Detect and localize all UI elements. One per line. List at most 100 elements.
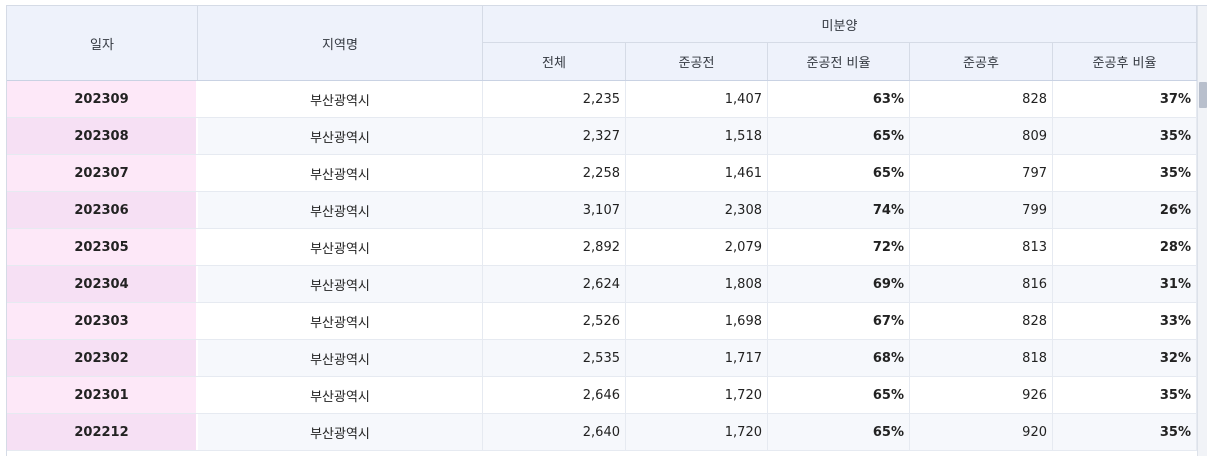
table-row[interactable]: 202305 부산광역시 2,892 2,079 72% 813 28%	[7, 229, 1197, 266]
cell-total[interactable]: 2,535	[483, 340, 626, 376]
cell-total[interactable]: 2,640	[483, 414, 626, 450]
header-after[interactable]: 준공후	[910, 43, 1053, 80]
cell-before[interactable]: 1,518	[626, 118, 768, 154]
cell-before[interactable]: 1,808	[626, 266, 768, 302]
cell-after-ratio[interactable]: 31%	[1053, 266, 1197, 302]
cell-before[interactable]: 2,308	[626, 192, 768, 228]
vertical-scrollbar[interactable]	[1197, 6, 1207, 456]
cell-before-ratio[interactable]: 65%	[768, 414, 910, 450]
cell-region[interactable]: 부산광역시	[198, 155, 483, 191]
table-row[interactable]: 202303 부산광역시 2,526 1,698 67% 828 33%	[7, 303, 1197, 340]
header-date[interactable]: 일자	[7, 6, 198, 80]
table-row[interactable]: 202309 부산광역시 2,235 1,407 63% 828 37%	[7, 81, 1197, 118]
cell-after[interactable]: 926	[910, 377, 1053, 413]
cell-before-ratio[interactable]: 72%	[768, 229, 910, 265]
cell-after[interactable]: 797	[910, 155, 1053, 191]
cell-after-ratio[interactable]: 35%	[1053, 118, 1197, 154]
grid-header: 일자 지역명 미분양 전체 준공전 준공전 비율 준공후 준공후 비율	[7, 6, 1197, 81]
table-row[interactable]: 202306 부산광역시 3,107 2,308 74% 799 26%	[7, 192, 1197, 229]
cell-region[interactable]: 부산광역시	[198, 81, 483, 117]
table-row[interactable]: 202302 부산광역시 2,535 1,717 68% 818 32%	[7, 340, 1197, 377]
cell-before-ratio[interactable]: 74%	[768, 192, 910, 228]
cell-total[interactable]: 2,327	[483, 118, 626, 154]
cell-after[interactable]: 816	[910, 266, 1053, 302]
cell-before-ratio[interactable]: 63%	[768, 81, 910, 117]
cell-date[interactable]: 202309	[7, 81, 198, 117]
header-total-label: 전체	[542, 56, 566, 71]
table-row[interactable]: 202304 부산광역시 2,624 1,808 69% 816 31%	[7, 266, 1197, 303]
cell-date[interactable]: 202308	[7, 118, 198, 154]
header-group-label: 미분양	[821, 18, 858, 34]
header-before-ratio-label: 준공전 비율	[806, 56, 871, 71]
cell-date[interactable]: 202305	[7, 229, 198, 265]
cell-total[interactable]: 3,107	[483, 192, 626, 228]
cell-region[interactable]: 부산광역시	[198, 377, 483, 413]
header-after-ratio[interactable]: 준공후 비율	[1053, 43, 1197, 80]
cell-before-ratio[interactable]: 65%	[768, 377, 910, 413]
cell-total[interactable]: 2,624	[483, 266, 626, 302]
header-before-ratio[interactable]: 준공전 비율	[768, 43, 910, 80]
cell-after-ratio[interactable]: 26%	[1053, 192, 1197, 228]
cell-after-ratio[interactable]: 35%	[1053, 414, 1197, 450]
cell-before-ratio[interactable]: 68%	[768, 340, 910, 376]
header-total[interactable]: 전체	[483, 43, 626, 80]
cell-before[interactable]: 1,461	[626, 155, 768, 191]
table-row[interactable]: 202212 부산광역시 2,640 1,720 65% 920 35%	[7, 414, 1197, 451]
cell-before[interactable]: 2,079	[626, 229, 768, 265]
cell-after-ratio[interactable]: 32%	[1053, 340, 1197, 376]
cell-before-ratio[interactable]: 65%	[768, 155, 910, 191]
data-grid: 일자 지역명 미분양 전체 준공전 준공전 비율 준공후 준공후 비율 2023…	[6, 5, 1207, 456]
cell-date[interactable]: 202307	[7, 155, 198, 191]
table-row[interactable]: 202301 부산광역시 2,646 1,720 65% 926 35%	[7, 377, 1197, 414]
cell-after[interactable]: 828	[910, 303, 1053, 339]
cell-before-ratio[interactable]: 67%	[768, 303, 910, 339]
scrollbar-thumb[interactable]	[1199, 82, 1207, 108]
cell-date[interactable]: 202304	[7, 266, 198, 302]
cell-after-ratio[interactable]: 35%	[1053, 377, 1197, 413]
grid-body: 202309 부산광역시 2,235 1,407 63% 828 37% 202308 부산광역…	[7, 81, 1197, 456]
cell-region[interactable]: 부산광역시	[198, 266, 483, 302]
cell-region[interactable]: 부산광역시	[198, 340, 483, 376]
cell-before[interactable]: 1,407	[626, 81, 768, 117]
cell-after-ratio[interactable]: 33%	[1053, 303, 1197, 339]
cell-after[interactable]: 809	[910, 118, 1053, 154]
header-before-label: 준공전	[678, 56, 715, 71]
cell-before[interactable]: 1,698	[626, 303, 768, 339]
cell-total[interactable]: 2,526	[483, 303, 626, 339]
cell-before[interactable]: 1,720	[626, 377, 768, 413]
cell-region[interactable]: 부산광역시	[198, 118, 483, 154]
cell-region[interactable]: 부산광역시	[198, 192, 483, 228]
header-after-ratio-label: 준공후 비율	[1092, 56, 1157, 71]
cell-date[interactable]: 202301	[7, 377, 198, 413]
cell-date[interactable]: 202302	[7, 340, 198, 376]
cell-after[interactable]: 920	[910, 414, 1053, 450]
cell-after[interactable]: 828	[910, 81, 1053, 117]
cell-after-ratio[interactable]: 37%	[1053, 81, 1197, 117]
cell-date[interactable]: 202303	[7, 303, 198, 339]
table-row[interactable]: 202307 부산광역시 2,258 1,461 65% 797 35%	[7, 155, 1197, 192]
cell-date[interactable]: 202212	[7, 414, 198, 450]
cell-date[interactable]: 202306	[7, 192, 198, 228]
cell-after[interactable]: 813	[910, 229, 1053, 265]
header-before[interactable]: 준공전	[626, 43, 768, 80]
cell-total[interactable]: 2,892	[483, 229, 626, 265]
header-region[interactable]: 지역명	[198, 6, 483, 80]
cell-before-ratio[interactable]: 65%	[768, 118, 910, 154]
cell-after[interactable]: 818	[910, 340, 1053, 376]
cell-before[interactable]: 1,717	[626, 340, 768, 376]
cell-total[interactable]: 2,235	[483, 81, 626, 117]
cell-region[interactable]: 부산광역시	[198, 229, 483, 265]
header-date-label: 일자	[90, 37, 114, 53]
cell-after-ratio[interactable]: 28%	[1053, 229, 1197, 265]
table-row[interactable]: 202308 부산광역시 2,327 1,518 65% 809 35%	[7, 118, 1197, 155]
cell-region[interactable]: 부산광역시	[198, 303, 483, 339]
cell-total[interactable]: 2,646	[483, 377, 626, 413]
cell-before-ratio[interactable]: 69%	[768, 266, 910, 302]
cell-before[interactable]: 1,720	[626, 414, 768, 450]
cell-after[interactable]: 799	[910, 192, 1053, 228]
cell-region[interactable]: 부산광역시	[198, 414, 483, 450]
cell-after-ratio[interactable]: 35%	[1053, 155, 1197, 191]
cell-total[interactable]: 2,258	[483, 155, 626, 191]
header-after-label: 준공후	[963, 56, 999, 71]
header-group-unsold: 미분양	[483, 6, 1197, 43]
